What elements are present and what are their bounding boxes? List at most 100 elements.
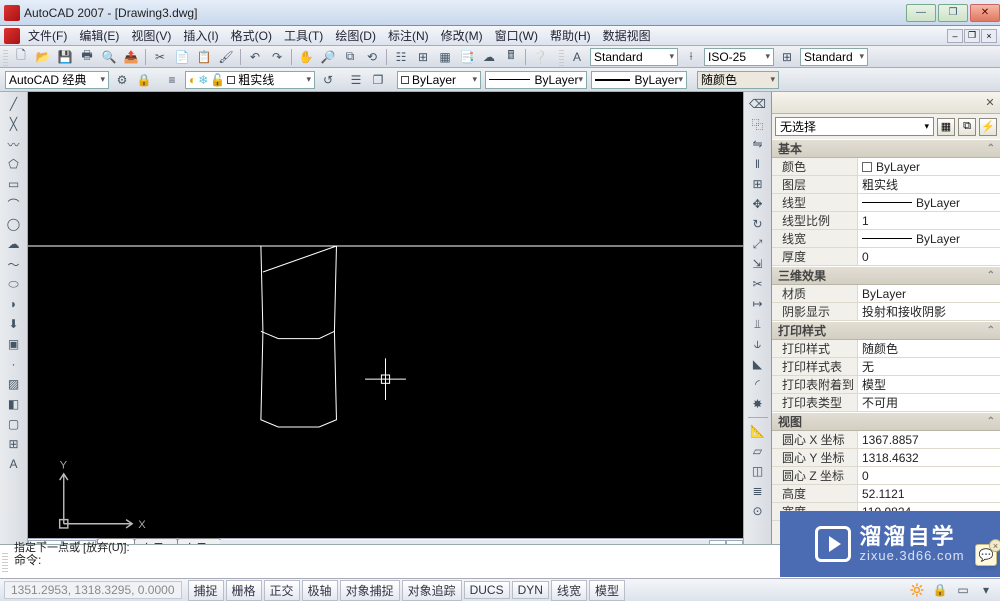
menu-edit[interactable]: 编辑(E) [73, 25, 125, 46]
toggle-lwt[interactable]: 线宽 [551, 580, 587, 601]
gradient-icon[interactable]: ◧ [3, 395, 25, 413]
list-icon[interactable]: ≣ [747, 482, 769, 500]
toggle-ducs[interactable]: DUCS [464, 581, 510, 599]
area-icon[interactable]: ▱ [747, 442, 769, 460]
maximize-button[interactable]: ❐ [938, 4, 968, 22]
workspace-lock-icon[interactable]: 🔒 [134, 71, 154, 89]
close-button[interactable]: ✕ [970, 4, 1000, 22]
region-icon-2[interactable]: ◫ [747, 462, 769, 480]
chamfer-icon[interactable]: ◣ [747, 355, 769, 373]
layer-combo[interactable]: ◐ ❄ 🔓 粗实线 ▾ [185, 71, 315, 89]
menu-help[interactable]: 帮助(H) [544, 25, 597, 46]
collapse-basic-icon[interactable]: ⌃ [987, 143, 995, 154]
matchprop-icon[interactable]: 🖌 [216, 48, 236, 66]
undo-icon[interactable]: ↶ [245, 48, 265, 66]
revcloud-icon[interactable]: ☁ [3, 235, 25, 253]
region-icon[interactable]: ▢ [3, 415, 25, 433]
menu-file[interactable]: 文件(F) [22, 25, 73, 46]
hatch-icon[interactable]: ▨ [3, 375, 25, 393]
properties-icon[interactable]: ☷ [391, 48, 411, 66]
toggle-model[interactable]: 模型 [589, 580, 625, 601]
collapse-3d-icon[interactable]: ⌃ [987, 270, 995, 281]
menu-data[interactable]: 数据视图 [597, 25, 657, 46]
stretch-icon[interactable]: ⇲ [747, 255, 769, 273]
new-icon[interactable]: 🗋 [11, 48, 31, 66]
rotate-icon[interactable]: ↻ [747, 215, 769, 233]
designcenter-icon[interactable]: ⊞ [413, 48, 433, 66]
collapse-plot-icon[interactable]: ⌃ [987, 325, 995, 336]
publish-icon[interactable]: 📤 [121, 48, 141, 66]
menu-tools[interactable]: 工具(T) [278, 25, 329, 46]
extend-icon[interactable]: ↦ [747, 295, 769, 313]
join-icon[interactable]: ⫝ [747, 335, 769, 353]
id-icon[interactable]: ⊙ [747, 502, 769, 520]
point-icon[interactable]: · [3, 355, 25, 373]
val-cy[interactable]: 1318.4632 [857, 449, 1000, 466]
redo-icon[interactable]: ↷ [267, 48, 287, 66]
doc-close-button[interactable]: × [981, 29, 997, 43]
pline-icon[interactable]: 〰 [3, 135, 25, 153]
val-thick[interactable]: 0 [857, 248, 1000, 265]
offset-icon[interactable]: ‖ [747, 155, 769, 173]
collapse-view-icon[interactable]: ⌃ [987, 416, 995, 427]
layer-prev-icon[interactable]: ↺ [318, 71, 338, 89]
dimstyle-combo[interactable]: ISO-25▾ [704, 48, 774, 66]
coordinates-readout[interactable]: 1351.2953, 1318.3295, 0.0000 [4, 581, 182, 599]
quickselect-icon[interactable]: ▦ [937, 118, 955, 136]
val-ltype[interactable]: ByLayer [857, 194, 1000, 211]
toggle-osnap[interactable]: 对象捕捉 [340, 580, 400, 601]
doc-restore-button[interactable]: ❐ [964, 29, 980, 43]
val-color[interactable]: ByLayer [857, 158, 1000, 175]
preview-icon[interactable]: 🔍 [99, 48, 119, 66]
xline-icon[interactable]: ╳ [3, 115, 25, 133]
tablestyle-icon[interactable]: ⊞ [777, 48, 797, 66]
notification-close-icon[interactable]: × [989, 539, 1000, 552]
toggle-grid[interactable]: 栅格 [226, 580, 262, 601]
clean-screen-icon[interactable]: ▭ [954, 582, 972, 598]
ellipsearc-icon[interactable]: ◗ [3, 295, 25, 313]
break-icon[interactable]: ⫫ [747, 315, 769, 333]
menu-format[interactable]: 格式(O) [225, 25, 278, 46]
lock-ui-icon[interactable]: 🔒 [931, 582, 949, 598]
dist-icon[interactable]: 📐 [747, 422, 769, 440]
fillet-icon[interactable]: ◜ [747, 375, 769, 393]
lineweight-combo[interactable]: ByLayer▾ [591, 71, 687, 89]
val-pattach[interactable]: 模型 [857, 376, 1000, 393]
linetype-combo[interactable]: ByLayer▾ [485, 71, 587, 89]
minimize-button[interactable]: — [906, 4, 936, 22]
toggle-polar[interactable]: 极轴 [302, 580, 338, 601]
dimstyle-icon[interactable]: ⟊ [681, 48, 701, 66]
rectangle-icon[interactable]: ▭ [3, 175, 25, 193]
qcalc-icon[interactable]: 🖩 [501, 48, 521, 66]
trim-icon[interactable]: ✂ [747, 275, 769, 293]
val-ltscale[interactable]: 1 [857, 212, 1000, 229]
textstyle-combo[interactable]: Standard▾ [590, 48, 678, 66]
polygon-icon[interactable]: ⬠ [3, 155, 25, 173]
copy-icon[interactable]: 📄 [172, 48, 192, 66]
val-ptype[interactable]: 不可用 [857, 394, 1000, 411]
layer-manager-icon[interactable]: ≡ [162, 71, 182, 89]
circle-icon[interactable]: ◯ [3, 215, 25, 233]
copy-obj-icon[interactable]: ⿻ [747, 115, 769, 133]
menu-insert[interactable]: 插入(I) [177, 25, 224, 46]
open-icon[interactable]: 📂 [33, 48, 53, 66]
val-cz[interactable]: 0 [857, 467, 1000, 484]
color-combo[interactable]: ByLayer▾ [397, 71, 481, 89]
properties-close-button[interactable]: ✕ [983, 96, 997, 109]
toggle-ortho[interactable]: 正交 [264, 580, 300, 601]
menu-draw[interactable]: 绘图(D) [329, 25, 382, 46]
comm-center-icon[interactable]: 🔆 [908, 582, 926, 598]
table-icon[interactable]: ⊞ [3, 435, 25, 453]
plotstyle-combo[interactable]: 随颜色▾ [697, 71, 779, 89]
explode-icon[interactable]: ✸ [747, 395, 769, 413]
selectobj-icon[interactable]: ⧉ [958, 118, 976, 136]
move-icon[interactable]: ✥ [747, 195, 769, 213]
doc-minimize-button[interactable]: – [947, 29, 963, 43]
toggle-otrack[interactable]: 对象追踪 [402, 580, 462, 601]
sheetset-icon[interactable]: 📑 [457, 48, 477, 66]
zoom-window-icon[interactable]: ⧉ [340, 48, 360, 66]
val-pstyle[interactable]: 随颜色 [857, 340, 1000, 357]
selection-combo[interactable]: 无选择▾ [775, 117, 934, 136]
menu-dim[interactable]: 标注(N) [382, 25, 435, 46]
spline-icon[interactable]: 〜 [3, 255, 25, 273]
